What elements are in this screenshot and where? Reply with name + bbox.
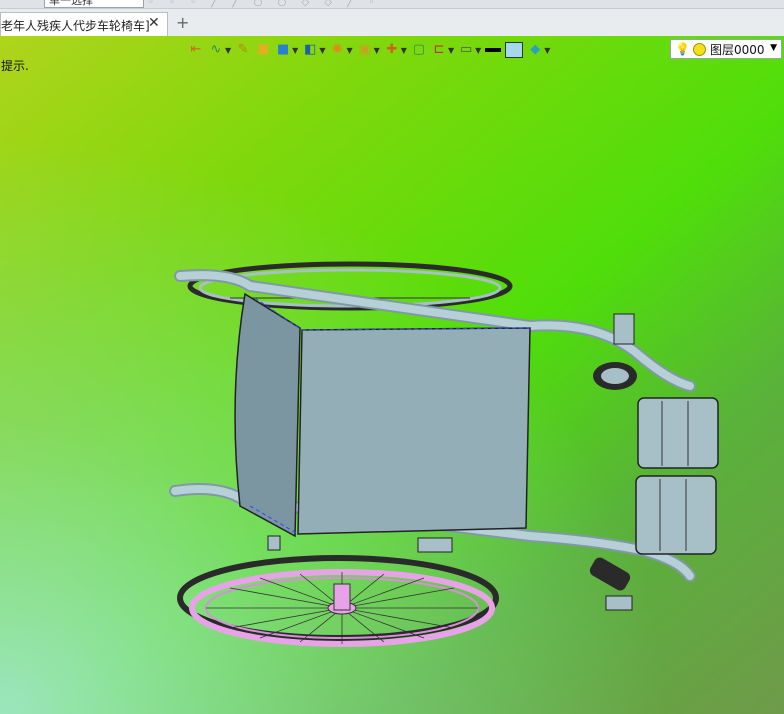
exit-sketch-icon[interactable]: ⇤	[188, 40, 204, 60]
front-casters	[589, 313, 637, 611]
layer-name: 图层0000	[709, 42, 765, 57]
axis-icon[interactable]: ✚ ▼	[384, 40, 407, 60]
rear-wheel-bottom	[177, 555, 499, 647]
document-tab[interactable]: 老年人残疾人代步车轮椅车] ✕	[0, 12, 168, 36]
3d-viewport[interactable]: 提示. ⇤ ∿ ▼ ✎ ■ ■ ▼ ◧ ▼ ✺ ▼ ▣ ▼ ✚ ▼ ▢ ⊏ ▼ ▭ ▼ ◆ ▼ 💡…	[0, 36, 784, 714]
layer-color-dot	[692, 42, 706, 56]
view-toolbar: ⇤ ∿ ▼ ✎ ■ ■ ▼ ◧ ▼ ✺ ▼ ▣ ▼ ✚ ▼ ▢ ⊏ ▼ ▭ ▼ ◆ ▼	[188, 39, 554, 61]
layer-stack-icon[interactable]: ◆ ▼	[527, 40, 550, 60]
seat	[297, 327, 531, 535]
box-blue-icon[interactable]: ■ ▼	[275, 40, 298, 60]
selection-mode-dropdown[interactable]: 单一选择	[44, 0, 144, 8]
fill-color-swatch	[505, 42, 524, 58]
status-hint: 提示.	[1, 59, 29, 73]
disabled-tools: ◦ ◦ ◦ ╱ ╱ ○ ○ ◇ ◇ ╱ ◦	[148, 0, 381, 8]
frame-icon[interactable]: ▢	[411, 40, 427, 60]
chevron-down-icon[interactable]: ▼	[770, 43, 777, 53]
box-yellow-icon[interactable]: ■	[255, 40, 271, 60]
layer-dropdown[interactable]: 💡 图层0000 ▼	[670, 39, 782, 59]
box-split-icon[interactable]: ◧ ▼	[302, 40, 325, 60]
line-color-swatch	[485, 48, 502, 52]
curve-icon[interactable]: ∿ ▼	[208, 40, 232, 60]
lightbulb-icon[interactable]: 💡	[675, 42, 690, 56]
wheelchair-model[interactable]	[0, 36, 784, 714]
pen-icon[interactable]: ✎	[235, 40, 251, 60]
display-icon[interactable]: ▭ ▼	[458, 40, 481, 60]
top-strip: 单一选择 ◦ ◦ ◦ ╱ ╱ ○ ○ ◇ ◇ ╱ ◦	[0, 0, 784, 9]
mesh-icon[interactable]: ▣ ▼	[357, 40, 379, 60]
document-tab-bar: 老年人残疾人代步车轮椅车] ✕ +	[0, 9, 784, 37]
wheel-icon[interactable]: ✺ ▼	[329, 40, 353, 60]
footrests	[635, 397, 719, 555]
line-style-icon[interactable]	[485, 40, 502, 60]
close-icon[interactable]: ✕	[148, 15, 160, 31]
color-swatch-icon[interactable]	[505, 40, 524, 60]
add-tab-icon[interactable]: +	[176, 13, 189, 32]
document-tab-title: 老年人残疾人代步车轮椅车]	[1, 19, 150, 33]
backrest	[234, 292, 301, 538]
dimension-icon[interactable]: ⊏ ▼	[431, 40, 454, 60]
